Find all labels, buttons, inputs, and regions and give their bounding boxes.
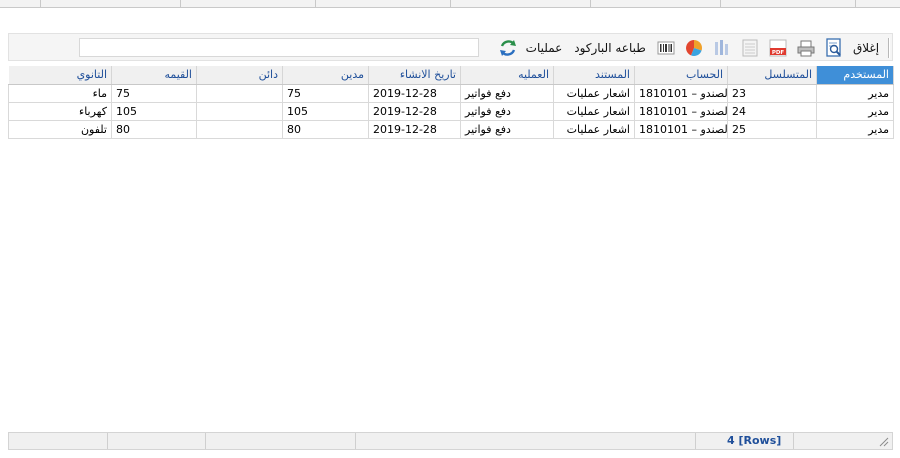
print-preview-button[interactable] [822, 37, 846, 59]
status-divider [793, 433, 794, 449]
cell-credit[interactable] [196, 83, 283, 103]
column-chooser-button[interactable] [710, 37, 734, 59]
cell-account[interactable]: 1810101 – الصندو [634, 101, 728, 121]
column-header-operation[interactable]: العمليه [460, 66, 554, 85]
status-divider [107, 433, 108, 449]
cell-credit[interactable] [196, 119, 283, 139]
cell-secondary[interactable]: ماء [8, 83, 112, 103]
data-grid: المستخدم المتسلسل الحساب المستند العمليه… [8, 66, 894, 139]
status-divider [695, 433, 696, 449]
cell-operation[interactable]: دفع فواتير [460, 83, 554, 103]
status-divider [355, 433, 356, 449]
column-header-value[interactable]: القيمه [111, 66, 197, 85]
cell-document[interactable]: اشعار عمليات [553, 101, 635, 121]
cell-value[interactable]: 80 [111, 119, 197, 139]
column-header-credit[interactable]: دائن [196, 66, 283, 85]
refresh-icon [500, 40, 516, 56]
column-header-account[interactable]: الحساب [634, 66, 728, 85]
grid-header-row: المستخدم المتسلسل الحساب المستند العمليه… [8, 66, 894, 85]
cell-user[interactable]: مدير [816, 119, 894, 139]
cell-operation[interactable]: دفع فواتير [460, 119, 554, 139]
cell-account[interactable]: 1810101 – الصندو [634, 83, 728, 103]
cell-debit[interactable]: 75 [282, 83, 369, 103]
print-preview-icon [826, 38, 841, 57]
excel-export-icon [742, 39, 758, 57]
cell-secondary[interactable]: تلفون [8, 119, 112, 139]
chart-icon [686, 40, 703, 56]
cell-user[interactable]: مدير [816, 83, 894, 103]
cell-account[interactable]: 1810101 – الصندو [634, 119, 728, 139]
column-header-serial[interactable]: المتسلسل [727, 66, 817, 85]
operations-label: عمليات [525, 41, 563, 55]
print-icon [797, 40, 815, 57]
cell-serial[interactable]: 25 [727, 119, 817, 139]
cell-document[interactable]: اشعار عمليات [553, 83, 635, 103]
barcode-print-label: طباعه الباركود [574, 41, 646, 55]
search-input[interactable] [79, 38, 479, 57]
table-row[interactable]: مدير 25 1810101 – الصندو اشعار عمليات دف… [8, 119, 894, 139]
cell-operation[interactable]: دفع فواتير [460, 101, 554, 121]
operations-button[interactable]: عمليات [522, 37, 566, 59]
column-header-created-date[interactable]: تاريخ الانشاء [368, 66, 461, 85]
excel-export-button[interactable] [738, 37, 762, 59]
status-divider [205, 433, 206, 449]
cell-document[interactable]: اشعار عمليات [553, 119, 635, 139]
toolbar-grip [888, 38, 890, 58]
cell-credit[interactable] [196, 101, 283, 121]
cell-secondary[interactable]: كهرباء [8, 101, 112, 121]
row-count: 4 [Rows] [727, 434, 782, 447]
barcode-icon [657, 41, 675, 55]
svg-text:PDF: PDF [772, 50, 785, 56]
cell-user[interactable]: مدير [816, 101, 894, 121]
cell-value[interactable]: 75 [111, 83, 197, 103]
print-button[interactable] [794, 37, 818, 59]
column-header-document[interactable]: المستند [553, 66, 635, 85]
pdf-export-button[interactable]: PDF [766, 37, 790, 59]
barcode-button[interactable] [654, 37, 678, 59]
table-row[interactable]: مدير 24 1810101 – الصندو اشعار عمليات دف… [8, 101, 894, 121]
cell-debit[interactable]: 80 [282, 119, 369, 139]
status-bar: 4 [Rows] [8, 432, 893, 450]
resize-grip-icon[interactable] [877, 435, 889, 447]
close-button[interactable]: إغلاق [848, 37, 884, 59]
column-chooser-icon [715, 40, 728, 55]
cell-serial[interactable]: 23 [727, 83, 817, 103]
cell-debit[interactable]: 105 [282, 101, 369, 121]
pdf-export-icon: PDF [769, 39, 787, 57]
cell-created-date[interactable]: 2019-12-28 [368, 101, 461, 121]
toolbar: إغلاق PDF طباعه الباركود عمليات [8, 33, 893, 61]
top-grid-strip [0, 0, 900, 8]
column-header-user[interactable]: المستخدم [816, 66, 894, 85]
table-row[interactable]: مدير 23 1810101 – الصندو اشعار عمليات دف… [8, 83, 894, 103]
column-header-secondary[interactable]: التانوي [8, 66, 112, 85]
cell-serial[interactable]: 24 [727, 101, 817, 121]
chart-button[interactable] [682, 37, 706, 59]
cell-created-date[interactable]: 2019-12-28 [368, 83, 461, 103]
close-label: إغلاق [852, 41, 880, 55]
cell-created-date[interactable]: 2019-12-28 [368, 119, 461, 139]
column-header-debit[interactable]: مدين [282, 66, 369, 85]
barcode-print-button[interactable]: طباعه الباركود [570, 37, 650, 59]
cell-value[interactable]: 105 [111, 101, 197, 121]
refresh-button[interactable] [496, 37, 520, 59]
